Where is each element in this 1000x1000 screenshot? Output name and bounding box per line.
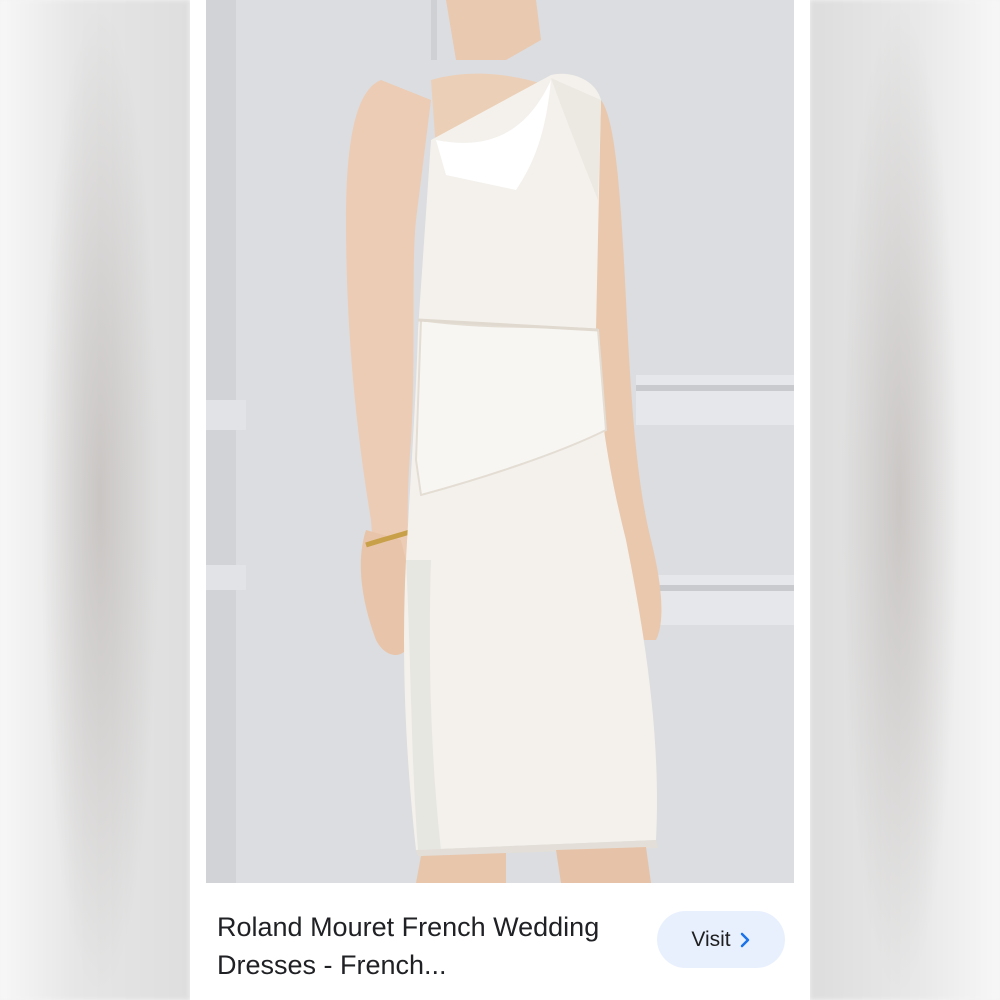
chevron-right-icon xyxy=(740,932,749,947)
result-title[interactable]: Roland Mouret French Wedding Dresses - F… xyxy=(217,908,637,984)
image-result-card: Roland Mouret French Wedding Dresses - F… xyxy=(190,0,810,1000)
visit-button-label: Visit xyxy=(691,927,731,951)
right-backdrop-shadow xyxy=(840,0,960,1000)
visit-button[interactable]: Visit xyxy=(657,911,785,968)
product-photo[interactable] xyxy=(206,0,794,883)
left-backdrop-shadow xyxy=(40,0,160,1000)
